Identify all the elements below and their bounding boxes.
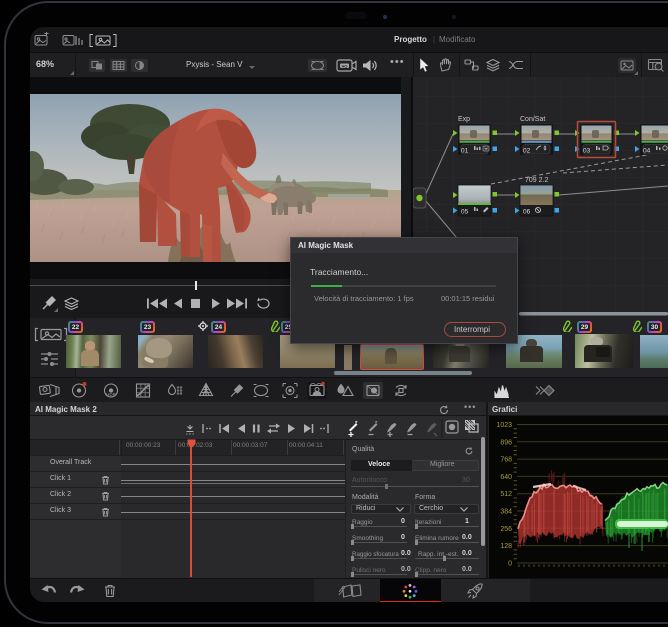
svg-text:1023: 1023	[496, 422, 512, 429]
svg-text:01: 01	[461, 148, 469, 155]
svg-text:709 2.2: 709 2.2	[525, 177, 548, 184]
svg-text:128: 128	[500, 543, 512, 550]
svg-text:02: 02	[523, 148, 531, 155]
svg-text:Exp: Exp	[458, 116, 470, 123]
svg-text:640: 640	[500, 474, 512, 481]
svg-text:06: 06	[523, 209, 531, 216]
svg-text:0: 0	[508, 561, 512, 568]
svg-text:HDR: HDR	[106, 392, 116, 397]
svg-text:256: 256	[500, 526, 512, 533]
svg-text:Con/Sat: Con/Sat	[520, 116, 545, 123]
svg-text:04: 04	[643, 148, 651, 155]
svg-text:05: 05	[461, 209, 469, 216]
svg-text:384: 384	[500, 509, 512, 516]
svg-text:768: 768	[500, 457, 512, 464]
svg-text:03: 03	[583, 148, 591, 155]
svg-text:HQ: HQ	[342, 63, 348, 68]
svg-text:896: 896	[500, 439, 512, 446]
svg-text:512: 512	[500, 491, 512, 498]
